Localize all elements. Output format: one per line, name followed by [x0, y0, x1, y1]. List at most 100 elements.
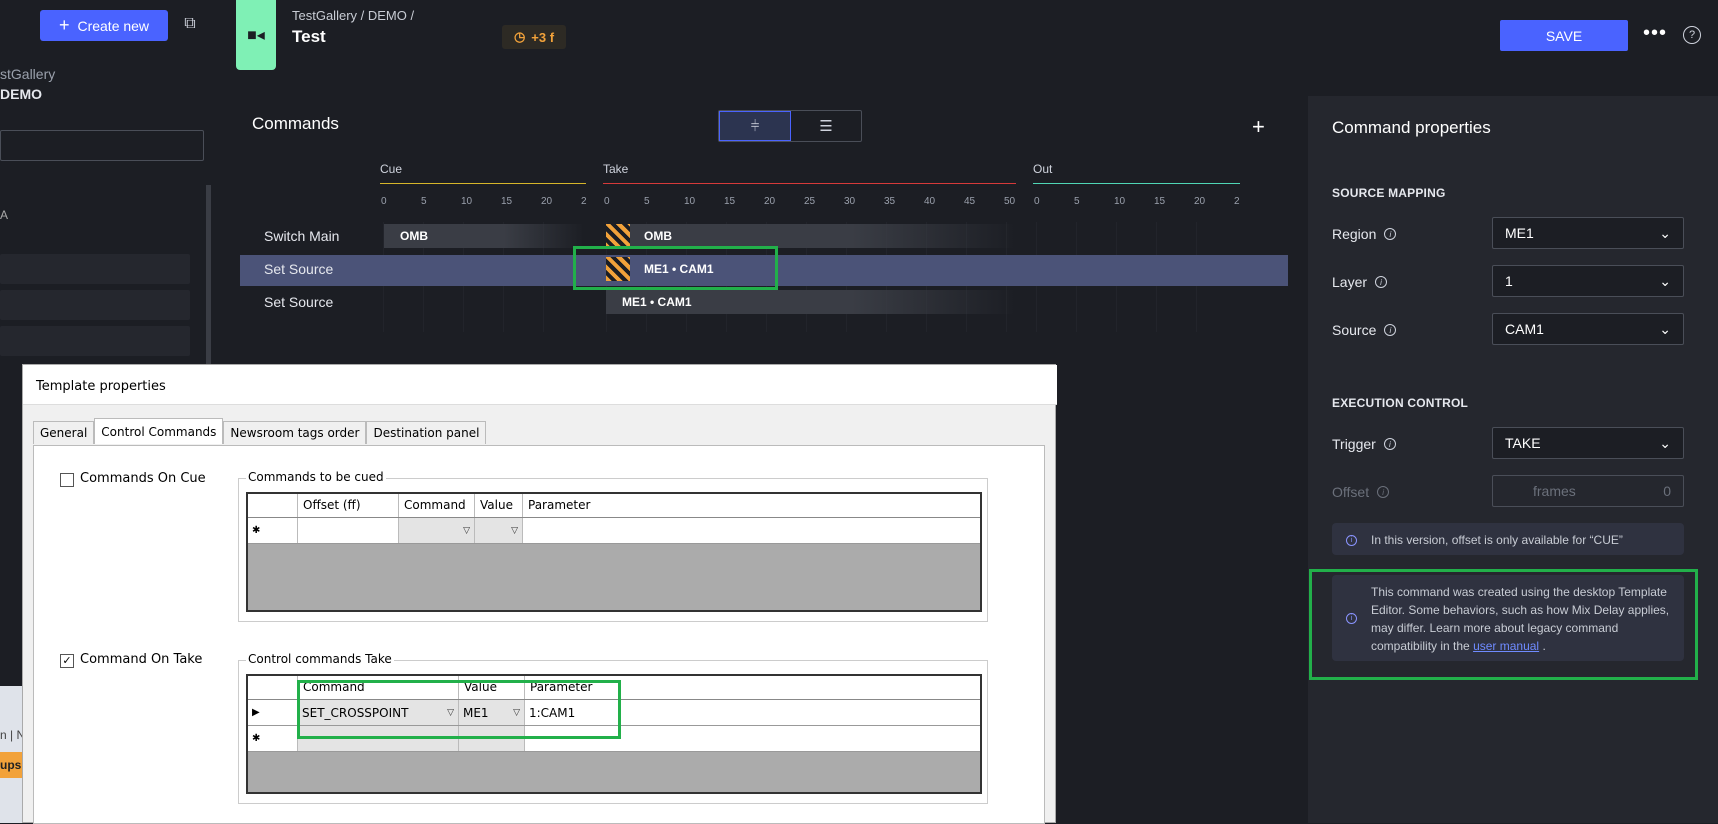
create-new-button[interactable]: + Create new: [40, 10, 168, 41]
phase-cue-line: [380, 183, 586, 184]
popout-icon[interactable]: ⧉: [180, 15, 200, 35]
tick-label: 15: [1154, 196, 1166, 207]
take-group-title: Control commands Take: [246, 652, 394, 666]
sidebar-scrollbar[interactable]: [206, 185, 211, 365]
sidebar-demo: DEMO: [0, 86, 42, 102]
tick-label: 5: [644, 196, 650, 207]
column-header: Offset (ff): [298, 494, 399, 517]
tick-label: 10: [1114, 196, 1126, 207]
command-properties-panel: [1308, 96, 1718, 823]
highlight-box: [573, 246, 778, 290]
source-label: Source i: [1332, 322, 1397, 338]
save-button[interactable]: SAVE: [1500, 20, 1628, 51]
info-icon: i: [1346, 535, 1357, 546]
tab-body: Commands On Cue Commands to be cued Offs…: [33, 445, 1045, 824]
background-text: ups: [0, 752, 22, 778]
tick-label: 2: [1234, 196, 1240, 207]
timeline-row-label[interactable]: Set Source: [264, 294, 333, 310]
offset-info-note: i In this version, offset is only availa…: [1332, 523, 1684, 555]
chevron-down-icon: ▽: [463, 525, 470, 536]
trigger-select[interactable]: TAKE ⌄: [1492, 427, 1684, 459]
command-on-take-label: Command On Take: [80, 652, 203, 667]
tick-label: 10: [461, 196, 473, 207]
offset-input[interactable]: frames 0: [1492, 475, 1684, 507]
timer-icon: ◷: [513, 29, 526, 44]
command-bar[interactable]: OMB: [384, 224, 584, 248]
view-toggle: ⫩ ☰: [718, 110, 862, 142]
command-bar[interactable]: ME1 • CAM1: [606, 290, 1016, 314]
highlight-box: [297, 680, 621, 739]
tick-label: 25: [804, 196, 816, 207]
timeline-view-icon[interactable]: ⫩: [719, 111, 791, 141]
command-on-take-checkbox[interactable]: ✓: [60, 654, 74, 668]
row-pointer-icon: ▶: [248, 700, 298, 725]
more-icon[interactable]: •••: [1643, 22, 1667, 45]
tab-newsroom-tags-order[interactable]: Newsroom tags order: [223, 421, 367, 444]
tab-control-commands[interactable]: Control Commands: [94, 418, 224, 444]
phase-take-label: Take: [603, 162, 629, 176]
new-row-icon: ✱: [248, 726, 298, 751]
tick-label: 15: [724, 196, 736, 207]
chevron-down-icon: ▽: [511, 525, 518, 536]
chevron-down-icon: ⌄: [1659, 224, 1671, 241]
layer-label: Layer i: [1332, 274, 1388, 290]
section-source-mapping: SOURCE MAPPING: [1332, 186, 1446, 200]
tab-destination-panel[interactable]: Destination panel: [366, 421, 487, 444]
sidebar-search-input[interactable]: [0, 130, 204, 161]
delay-hatch: [606, 224, 630, 248]
help-icon[interactable]: ?: [1683, 26, 1701, 44]
dialog-tabs: General Control Commands Newsroom tags o…: [33, 418, 487, 444]
sidebar-item-a: A: [0, 208, 9, 222]
layer-select[interactable]: 1 ⌄: [1492, 265, 1684, 297]
commands-title: Commands: [252, 114, 339, 133]
commands-on-cue-label: Commands On Cue: [80, 471, 206, 486]
column-header: Value: [475, 494, 523, 517]
template-properties-dialog: Template properties General Control Comm…: [22, 364, 1057, 824]
tick-label: 45: [964, 196, 976, 207]
delay-badge: ◷ +3 f: [502, 25, 566, 49]
column-header: Command: [399, 494, 475, 517]
plus-icon: +: [58, 15, 70, 35]
info-icon[interactable]: i: [1384, 228, 1397, 240]
cue-group-title: Commands to be cued: [246, 470, 386, 484]
tick-label: 10: [684, 196, 696, 207]
tick-label: 40: [924, 196, 936, 207]
timeline-row-label[interactable]: Set Source: [264, 261, 333, 277]
tick-label: 20: [541, 196, 553, 207]
offset-label: Offset i: [1332, 484, 1390, 500]
region-label: Region i: [1332, 226, 1397, 242]
info-icon: i: [1377, 486, 1390, 498]
panel-title: Command properties: [1332, 118, 1491, 137]
breadcrumb[interactable]: TestGallery / DEMO /: [292, 8, 414, 23]
phase-cue-label: Cue: [380, 162, 403, 176]
info-icon[interactable]: i: [1383, 438, 1396, 450]
tick-label: 2: [581, 196, 587, 207]
tick-label: 20: [764, 196, 776, 207]
add-command-icon[interactable]: +: [1252, 114, 1265, 140]
list-view-icon[interactable]: ☰: [791, 111, 861, 141]
phase-out-line: [1033, 183, 1240, 184]
command-bar[interactable]: OMB: [606, 224, 1016, 248]
source-select[interactable]: CAM1 ⌄: [1492, 313, 1684, 345]
timeline-row-label[interactable]: Switch Main: [264, 228, 339, 244]
table-row[interactable]: ✱ ▽ ▽: [248, 518, 980, 544]
region-select[interactable]: ME1 ⌄: [1492, 217, 1684, 249]
tick-label: 50: [1004, 196, 1016, 207]
trigger-label: Trigger i: [1332, 436, 1396, 452]
tab-general[interactable]: General: [33, 421, 95, 444]
sidebar-row[interactable]: [0, 326, 190, 356]
tick-label: 20: [1194, 196, 1206, 207]
commands-on-cue-checkbox[interactable]: [60, 473, 74, 487]
tick-label: 0: [604, 196, 610, 207]
sidebar-row[interactable]: [0, 290, 190, 320]
phase-take-line: [603, 183, 1016, 184]
camera-icon: ■◂: [236, 0, 276, 70]
chevron-down-icon: ⌄: [1659, 272, 1671, 289]
tick-label: 0: [1034, 196, 1040, 207]
info-icon[interactable]: i: [1384, 324, 1397, 336]
info-icon[interactable]: i: [1375, 276, 1388, 288]
sidebar-row[interactable]: [0, 254, 190, 284]
section-execution-control: EXECUTION CONTROL: [1332, 396, 1469, 410]
sidebar-gallery: stGallery: [0, 66, 56, 82]
tick-label: 5: [1074, 196, 1080, 207]
